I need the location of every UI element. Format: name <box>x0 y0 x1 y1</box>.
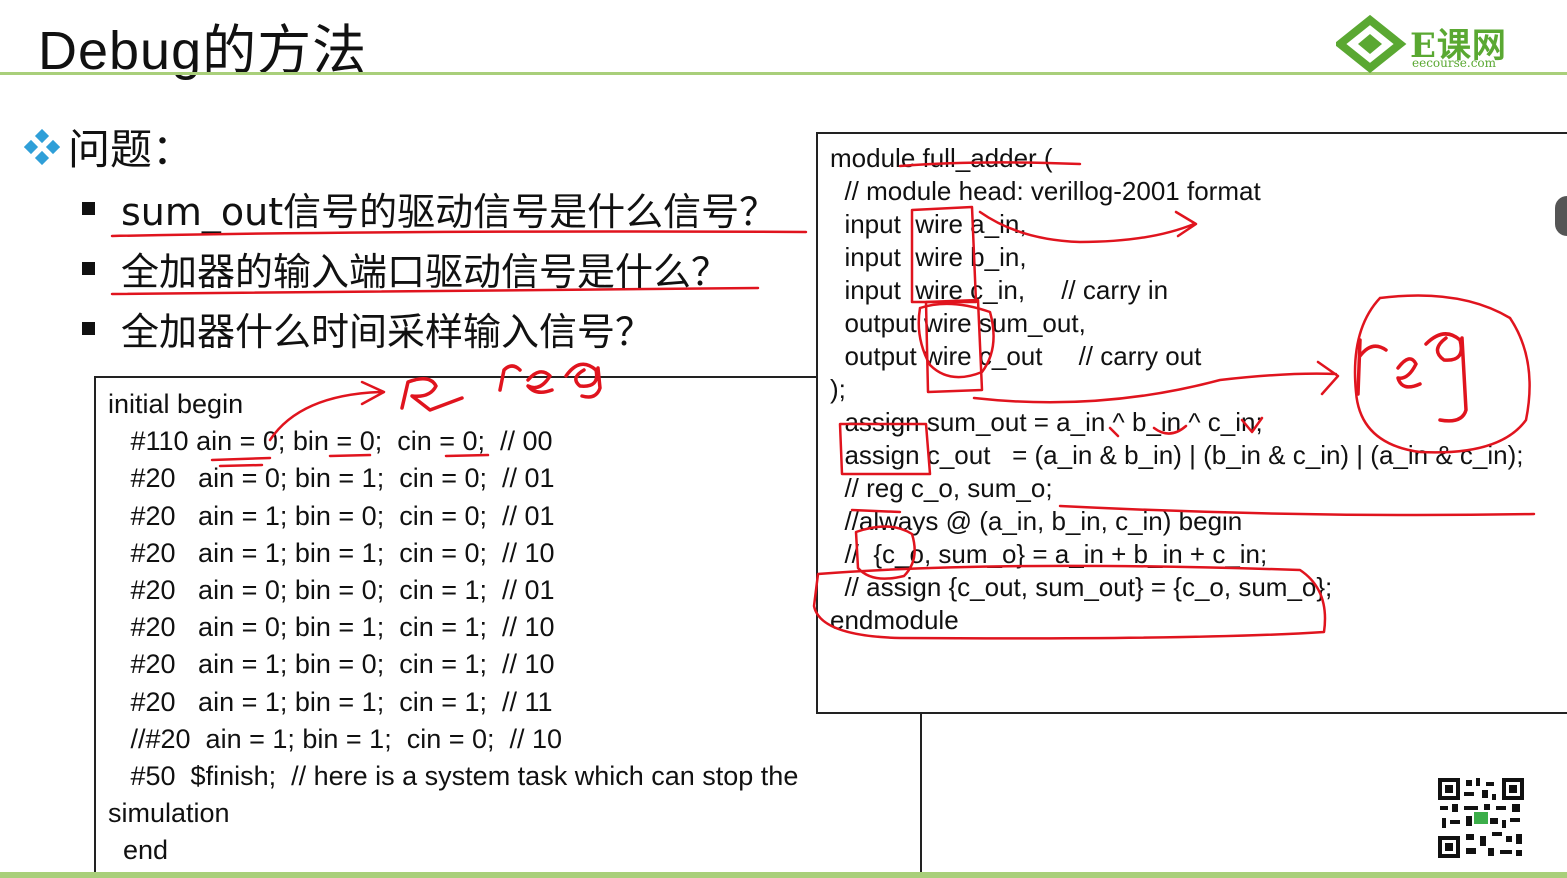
code-line: module full_adder ( <box>830 143 1053 173</box>
code-line: #110 ain = 0; bin = 0; cin = 0; // 00 <box>108 426 553 457</box>
code-line: input wire c_in, // carry in <box>830 275 1169 305</box>
code-line: simulation <box>108 798 230 829</box>
code-line: // module head: verillog-2001 format <box>830 176 1261 206</box>
code-line: //always @ (a_in, b_in, c_in) begin <box>830 506 1243 536</box>
code-line: output wire sum_out, <box>830 308 1086 338</box>
code-line: #20 ain = 1; bin = 0; cin = 1; // 10 <box>108 649 555 680</box>
code-line: #20 ain = 0; bin = 1; cin = 0; // 01 <box>108 463 555 494</box>
code-line: input wire b_in, <box>830 242 1027 272</box>
module-code-box: module full_adder ( // module head: veri… <box>816 132 1567 714</box>
code-line: #20 ain = 1; bin = 1; cin = 0; // 10 <box>108 537 555 568</box>
code-line: input wire a_in, <box>830 209 1027 239</box>
square-bullet-icon <box>82 321 95 335</box>
code-line: // reg c_o, sum_o; <box>830 473 1053 503</box>
question-text: 全加器的输入端口驱动信号是什么？ <box>121 249 730 294</box>
question-heading-label: 问题： <box>68 125 195 174</box>
question-text: 全加器什么时间采样输入信号？ <box>121 309 654 354</box>
code-line: //#20 ain = 1; bin = 1; cin = 0; // 10 <box>108 723 563 754</box>
code-line: #20 ain = 1; bin = 1; cin = 1; // 11 <box>108 686 553 717</box>
question-heading: 问题： <box>24 116 194 177</box>
code-line: ); <box>830 374 846 404</box>
code-line: end <box>108 835 169 866</box>
bottom-divider <box>0 872 1567 878</box>
code-line: assign sum_out = a_in ^ b_in ^ c_in; <box>830 407 1263 437</box>
code-line: // assign {c_out, sum_out} = {c_o, sum_o… <box>830 572 1333 602</box>
qr-code-icon <box>1436 776 1526 860</box>
code-line: #50 $finish; // here is a system task wh… <box>108 761 799 792</box>
square-bullet-icon <box>82 201 95 215</box>
square-bullet-icon <box>82 261 95 275</box>
code-line: #20 ain = 1; bin = 0; cin = 0; // 01 <box>108 500 555 531</box>
diamond-bullet-icon <box>24 128 60 165</box>
scroll-handle[interactable] <box>1555 196 1567 236</box>
code-line: initial begin <box>108 389 244 419</box>
list-item: 全加器的输入端口驱动信号是什么？ <box>82 238 777 298</box>
question-text: sum_out信号的驱动信号是什么信号？ <box>121 189 778 234</box>
code-line: output wire c_out // carry out <box>830 341 1202 371</box>
code-line: assign c_out = (a_in & b_in) | (b_in & c… <box>830 440 1524 470</box>
code-line: endmodule <box>830 605 959 635</box>
code-line: #20 ain = 0; bin = 1; cin = 1; // 10 <box>108 612 555 643</box>
title-divider <box>0 72 1567 75</box>
list-item: 全加器什么时间采样输入信号？ <box>82 298 777 358</box>
qr-code <box>1436 776 1526 860</box>
logo-diamond-icon <box>1333 14 1407 74</box>
code-line: #20 ain = 0; bin = 0; cin = 1; // 01 <box>108 575 555 606</box>
logo-subtext: eecourse.com <box>1412 56 1497 70</box>
question-list: sum_out信号的驱动信号是什么信号？ 全加器的输入端口驱动信号是什么？ 全加… <box>82 178 777 358</box>
list-item: sum_out信号的驱动信号是什么信号？ <box>82 178 777 238</box>
testbench-code-box: initial begin #110 ain = 0; bin = 0; cin… <box>94 376 922 876</box>
code-line: // {c_o, sum_o} = a_in + b_in + c_in; <box>830 539 1268 569</box>
